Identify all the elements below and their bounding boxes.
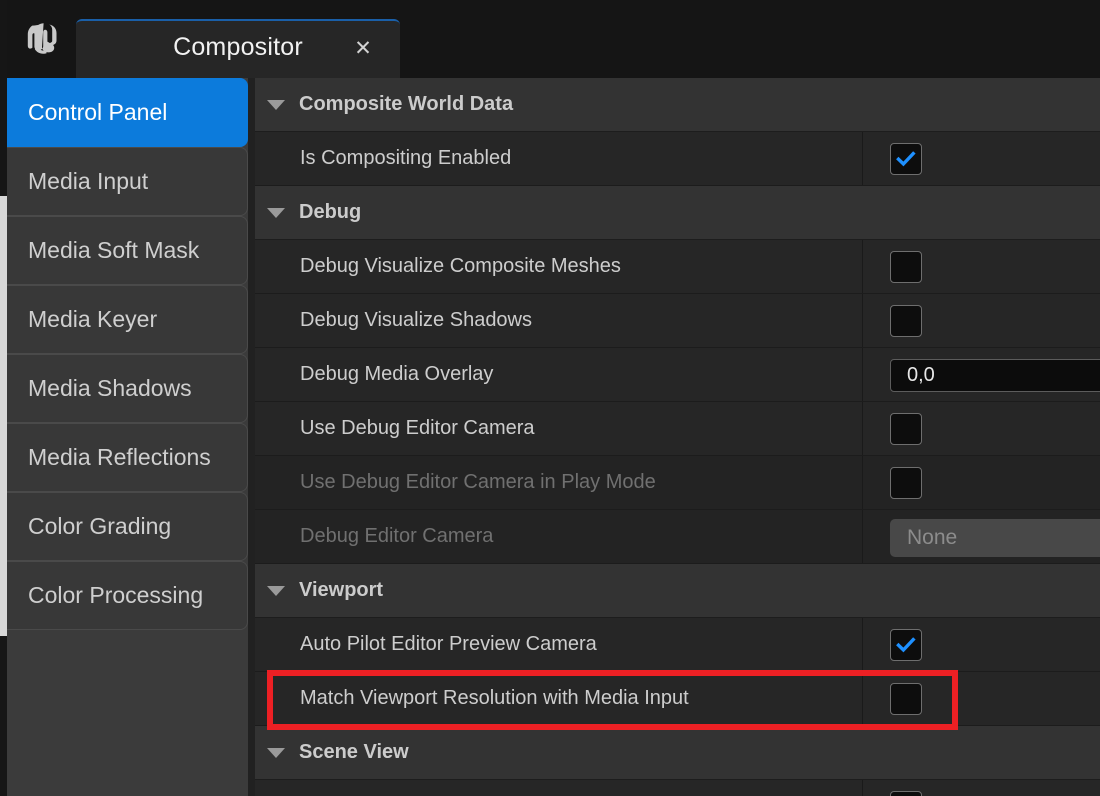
sidebar-item-label: Color Processing — [28, 582, 203, 609]
property-row-match-viewport-resolution-with-media-input[interactable]: Match Viewport Resolution with Media Inp… — [255, 672, 1100, 726]
property-label: Auto Pilot Editor Preview Camera — [255, 633, 862, 656]
property-row-auto-pilot-editor-preview-camera[interactable]: Auto Pilot Editor Preview Camera — [255, 618, 1100, 672]
details-panel: Composite World Data Is Compositing Enabl… — [255, 78, 1100, 796]
compositor-window: Compositor ✕ Control Panel Media Input Med… — [0, 0, 1100, 796]
property-label: Match Viewport Resolution with Media Inp… — [255, 687, 862, 710]
checkbox-unchecked[interactable] — [890, 251, 922, 283]
property-label: Debug Media Overlay — [255, 363, 862, 386]
sidebar-item-media-shadows[interactable]: Media Shadows — [7, 354, 248, 423]
section-title: Scene View — [299, 741, 409, 764]
sidebar-item-media-keyer[interactable]: Media Keyer — [7, 285, 248, 354]
sidebar-item-media-input[interactable]: Media Input — [7, 147, 248, 216]
chevron-down-icon[interactable] — [267, 208, 285, 218]
property-value-cell — [862, 672, 1100, 725]
property-value-cell — [862, 402, 1100, 455]
sidebar-item-color-processing[interactable]: Color Processing — [7, 561, 248, 630]
sidebar-item-label: Media Reflections — [28, 444, 211, 471]
sidebar-item-label: Media Keyer — [28, 306, 157, 333]
property-row-is-compositing-enabled[interactable]: Is Compositing Enabled — [255, 132, 1100, 186]
sidebar-item-label: Media Soft Mask — [28, 237, 199, 264]
chevron-down-icon[interactable] — [267, 748, 285, 758]
property-row-debug-visualize-composite-meshes[interactable]: Debug Visualize Composite Meshes — [255, 240, 1100, 294]
property-value-cell — [862, 348, 1100, 401]
checkbox-unchecked[interactable] — [890, 683, 922, 715]
sidebar-nav: Control Panel Media Input Media Soft Mask M… — [7, 78, 248, 796]
checkbox-checked[interactable] — [890, 143, 922, 175]
close-icon[interactable]: ✕ — [349, 35, 377, 63]
property-label: Debug Visualize Shadows — [255, 309, 862, 332]
property-label: Use Debug Editor Camera in Play Mode — [255, 471, 862, 494]
checkbox-checked[interactable] — [890, 629, 922, 661]
sidebar-empty-area — [7, 630, 248, 790]
property-label: Debug Visualize Composite Meshes — [255, 255, 862, 278]
sidebar-item-control-panel[interactable]: Control Panel — [7, 78, 248, 147]
checkbox-unchecked[interactable] — [890, 305, 922, 337]
sidebar-item-media-soft-mask[interactable]: Media Soft Mask — [7, 216, 248, 285]
property-label: Debug Editor Camera — [255, 525, 862, 548]
property-value-cell — [862, 780, 1100, 796]
section-header-debug[interactable]: Debug — [255, 186, 1100, 240]
property-row-use-debug-editor-camera-in-play-mode[interactable]: Use Debug Editor Camera in Play Mode — [255, 456, 1100, 510]
object-picker-value: None — [907, 526, 957, 550]
unreal-engine-logo-icon — [15, 12, 71, 68]
text-input-debug-media-overlay[interactable] — [890, 359, 1100, 392]
sidebar-item-label: Control Panel — [28, 99, 167, 126]
sidebar-item-color-grading[interactable]: Color Grading — [7, 492, 248, 561]
checkbox-unchecked[interactable] — [890, 467, 922, 499]
property-row-debug-editor-camera[interactable]: Debug Editor Camera None — [255, 510, 1100, 564]
window-left-accent-strip — [0, 196, 7, 636]
sidebar-item-label: Color Grading — [28, 513, 171, 540]
property-value-cell — [862, 294, 1100, 347]
property-row-debug-visualize-shadows[interactable]: Debug Visualize Shadows — [255, 294, 1100, 348]
checkbox-unchecked[interactable] — [890, 413, 922, 445]
sidebar-item-label: Media Input — [28, 168, 148, 195]
section-header-composite-world-data[interactable]: Composite World Data — [255, 78, 1100, 132]
title-bar: Compositor ✕ — [7, 0, 1100, 78]
property-label: Is Compositing Enabled — [255, 147, 862, 170]
section-title: Debug — [299, 201, 361, 224]
chevron-down-icon[interactable] — [267, 586, 285, 596]
property-value-cell — [862, 456, 1100, 509]
property-row[interactable] — [255, 780, 1100, 796]
property-value-cell — [862, 132, 1100, 185]
checkbox-unchecked[interactable] — [890, 791, 922, 796]
section-title: Viewport — [299, 579, 383, 602]
section-title: Composite World Data — [299, 93, 513, 116]
section-header-scene-view[interactable]: Scene View — [255, 726, 1100, 780]
property-value-cell — [862, 240, 1100, 293]
property-row-use-debug-editor-camera[interactable]: Use Debug Editor Camera — [255, 402, 1100, 456]
sidebar-item-label: Media Shadows — [28, 375, 192, 402]
object-picker-debug-editor-camera[interactable]: None — [890, 519, 1100, 557]
tab-compositor[interactable]: Compositor ✕ — [76, 19, 400, 78]
property-value-cell — [862, 618, 1100, 671]
property-value-cell: None — [862, 510, 1100, 563]
property-row-debug-media-overlay[interactable]: Debug Media Overlay — [255, 348, 1100, 402]
property-label: Use Debug Editor Camera — [255, 417, 862, 440]
section-header-viewport[interactable]: Viewport — [255, 564, 1100, 618]
chevron-down-icon[interactable] — [267, 100, 285, 110]
sidebar-item-media-reflections[interactable]: Media Reflections — [7, 423, 248, 492]
